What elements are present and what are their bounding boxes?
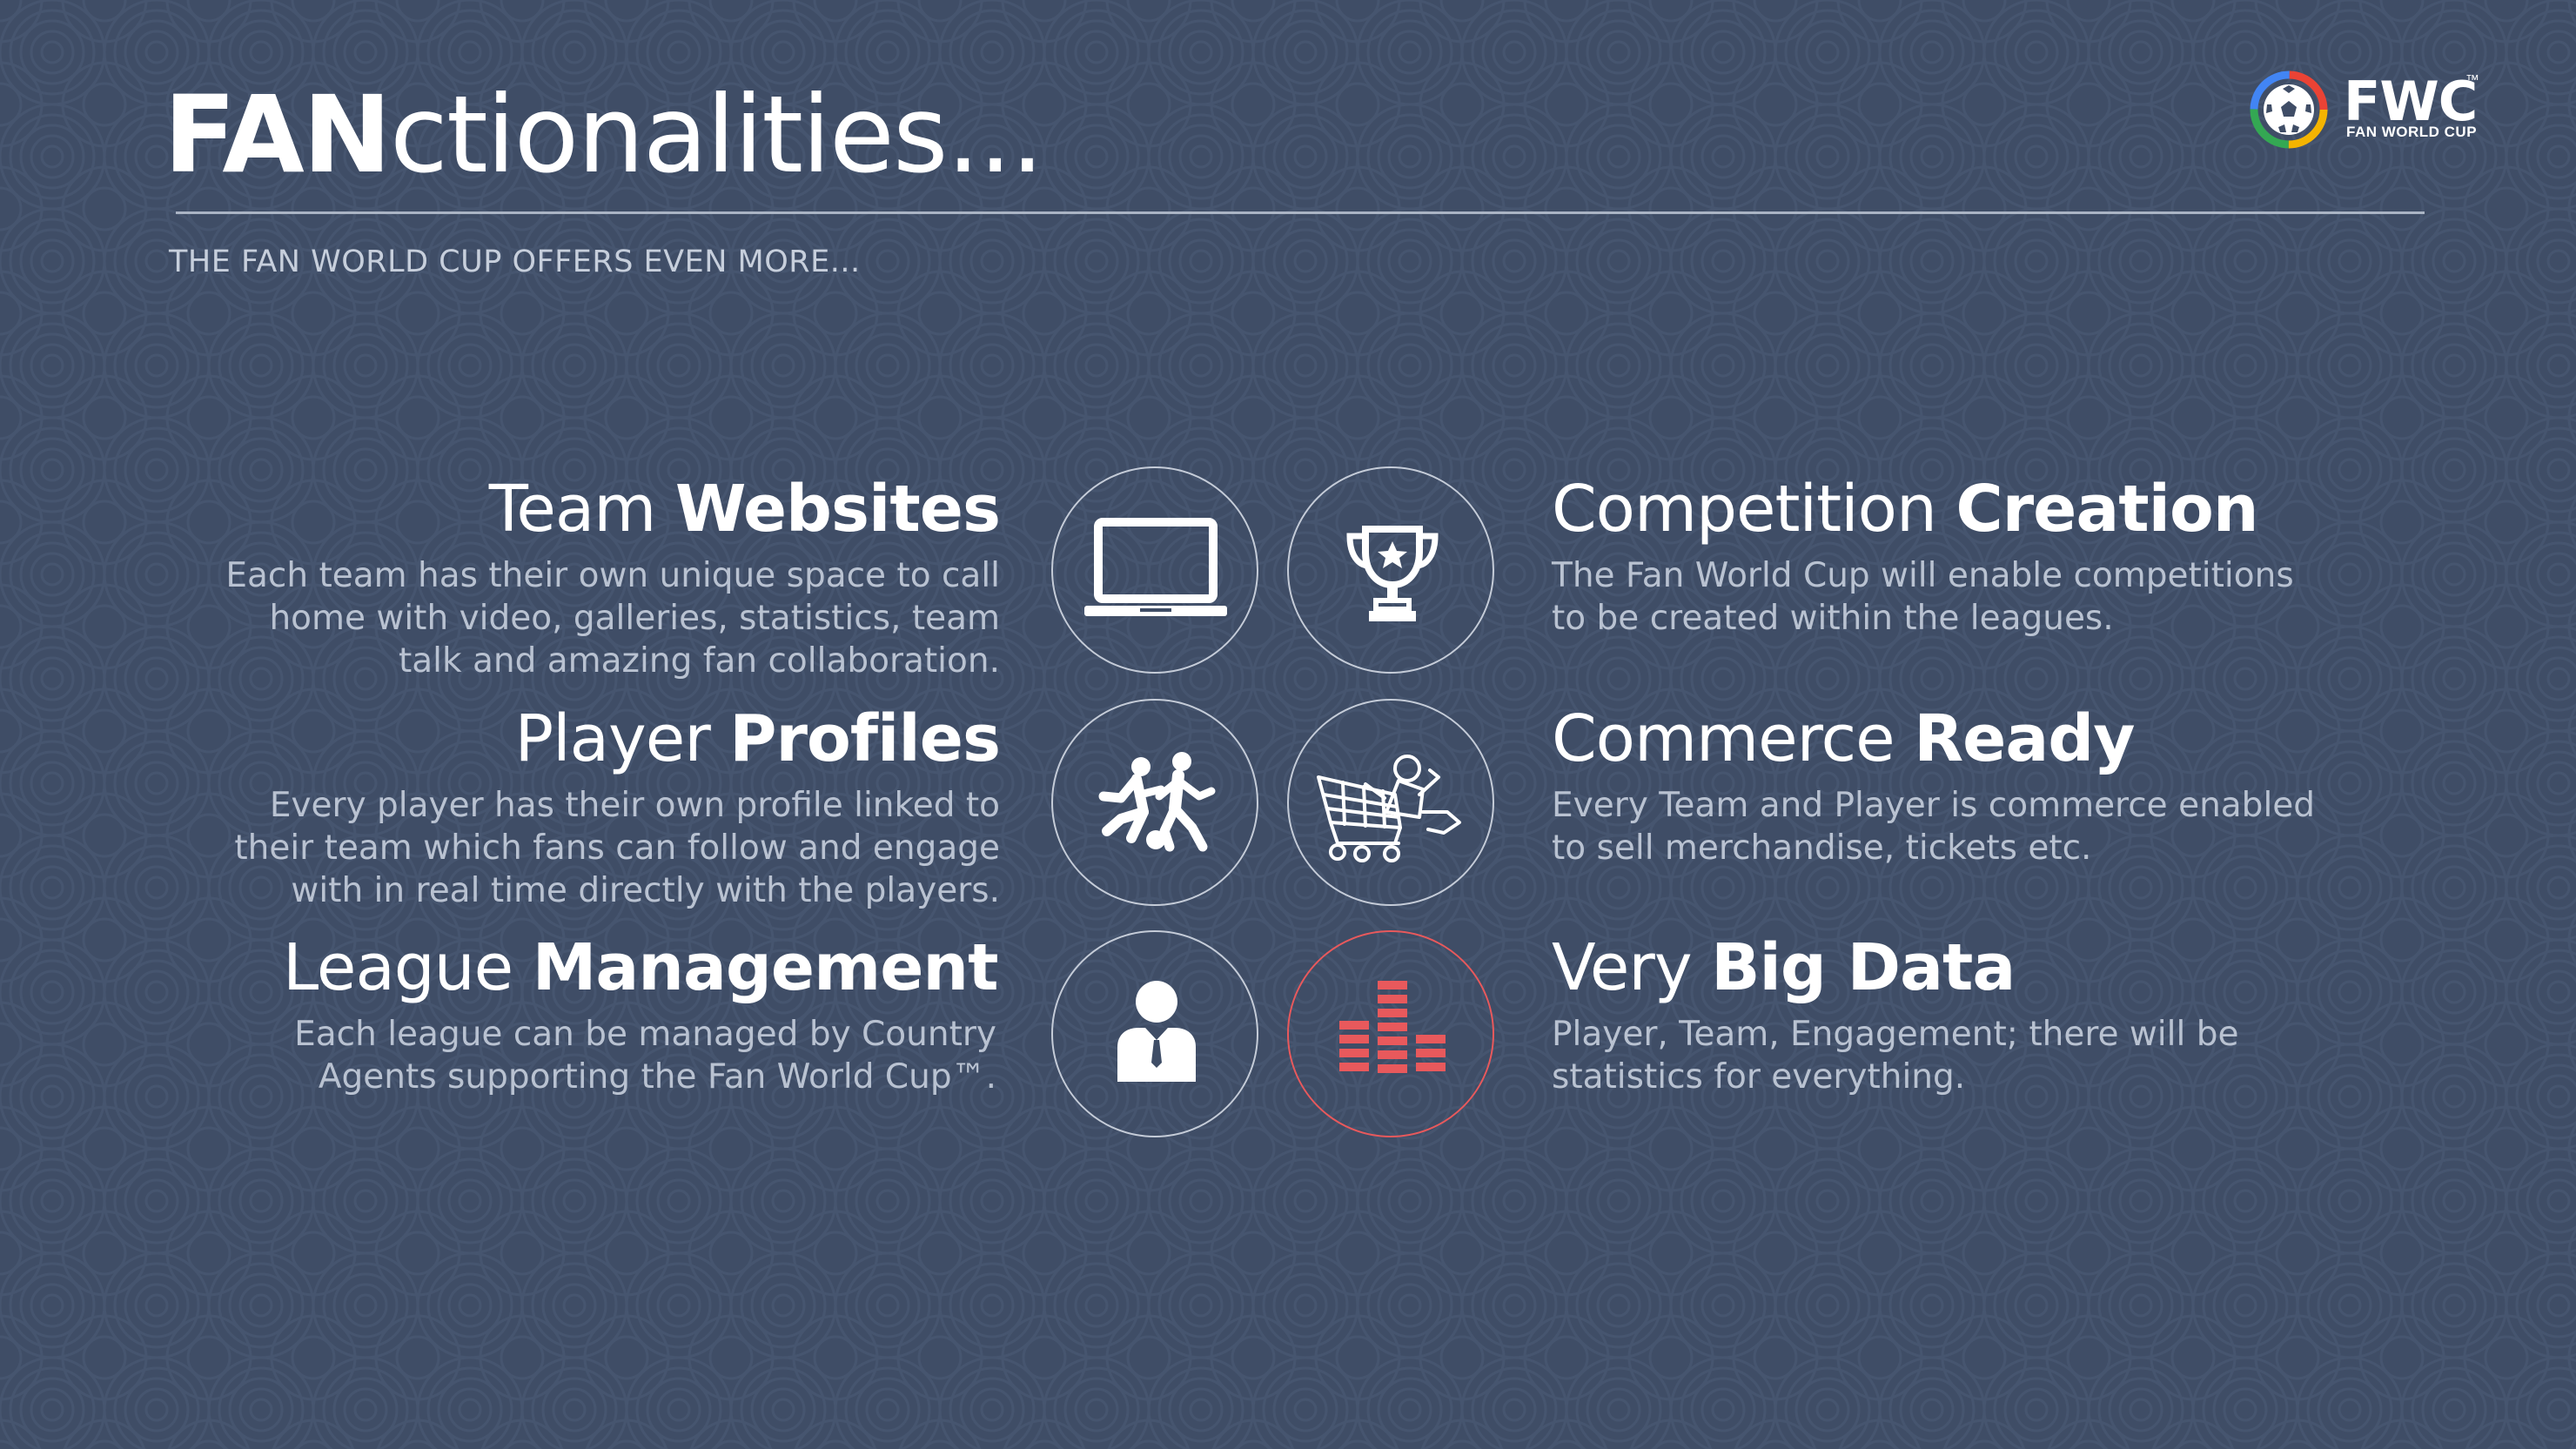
trophy-circle xyxy=(1287,466,1494,674)
page-subtitle: THE FAN WORLD CUP OFFERS EVEN MORE... xyxy=(169,245,861,279)
commerce-circle xyxy=(1287,699,1494,906)
feature-title-light: Commerce xyxy=(1552,701,1915,776)
feature-description: Each league can be managed by Country Ag… xyxy=(294,1014,996,1097)
feature-description: Every Team and Player is commerce enable… xyxy=(1552,785,2316,868)
trophy-icon xyxy=(1346,526,1439,621)
feature-title-light: Team xyxy=(488,472,675,547)
page-title-light: ctionalities... xyxy=(389,73,1044,197)
players-circle xyxy=(1051,699,1258,906)
feature-title-light: Competition xyxy=(1552,472,1956,547)
feature-description: Player, Team, Engagement; there will be … xyxy=(1552,1014,2239,1097)
logo-subtext: FAN WORLD CUP xyxy=(2346,124,2478,140)
feature-title: Very Big Data xyxy=(1552,934,2265,1003)
feature-title: Player Profiles xyxy=(217,705,1001,774)
feature-description: The Fan World Cup will enable competitio… xyxy=(1552,555,2294,638)
fwc-logo: FWC ™ FAN WORLD CUP xyxy=(2248,68,2492,155)
laptop-circle xyxy=(1051,466,1258,674)
feature-title: Commerce Ready xyxy=(1552,705,2335,774)
manager-circle xyxy=(1051,930,1258,1137)
feature-title-bold: Management xyxy=(532,930,999,1005)
feature-competition-creation: Competition Creation The Fan World Cup w… xyxy=(1552,475,2335,640)
feature-title-bold: Big Data xyxy=(1711,930,2016,1005)
feature-title-bold: Websites xyxy=(674,472,1001,547)
feature-commerce-ready: Commerce Ready Every Team and Player is … xyxy=(1552,705,2335,869)
feature-title-bold: Ready xyxy=(1914,701,2135,776)
page-title-bold: FAN xyxy=(164,73,392,197)
feature-title-bold: Profiles xyxy=(729,701,1001,776)
feature-team-websites: Team Websites Each team has their own un… xyxy=(217,475,1001,682)
big-data-circle xyxy=(1287,930,1494,1137)
title-divider xyxy=(176,211,2425,214)
feature-title: Team Websites xyxy=(217,475,1001,544)
feature-description: Each team has their own unique space to … xyxy=(225,555,1000,681)
feature-title-light: Very xyxy=(1552,930,1712,1005)
page-title: FANctionalities... xyxy=(164,77,1044,193)
feature-player-profiles: Player Profiles Every player has their o… xyxy=(217,705,1001,912)
equalizer-icon xyxy=(1339,981,1446,1073)
feature-title: League Management xyxy=(283,934,998,1003)
feature-title: Competition Creation xyxy=(1552,475,2335,544)
manager-icon xyxy=(1117,981,1196,1082)
laptop-icon xyxy=(1084,518,1227,616)
players-icon xyxy=(1098,752,1216,852)
feature-league-management: League Management Each league can be man… xyxy=(283,934,998,1098)
shopping-cart-icon xyxy=(1317,755,1461,862)
soccer-ball-icon xyxy=(2250,70,2328,149)
feature-description: Every player has their own profile linke… xyxy=(234,785,1000,910)
feature-big-data: Very Big Data Player, Team, Engagement; … xyxy=(1552,934,2265,1098)
feature-title-light: League xyxy=(283,930,533,1005)
feature-title-light: Player xyxy=(514,701,730,776)
feature-title-bold: Creation xyxy=(1955,472,2258,547)
logo-trademark: ™ xyxy=(2465,73,2479,88)
